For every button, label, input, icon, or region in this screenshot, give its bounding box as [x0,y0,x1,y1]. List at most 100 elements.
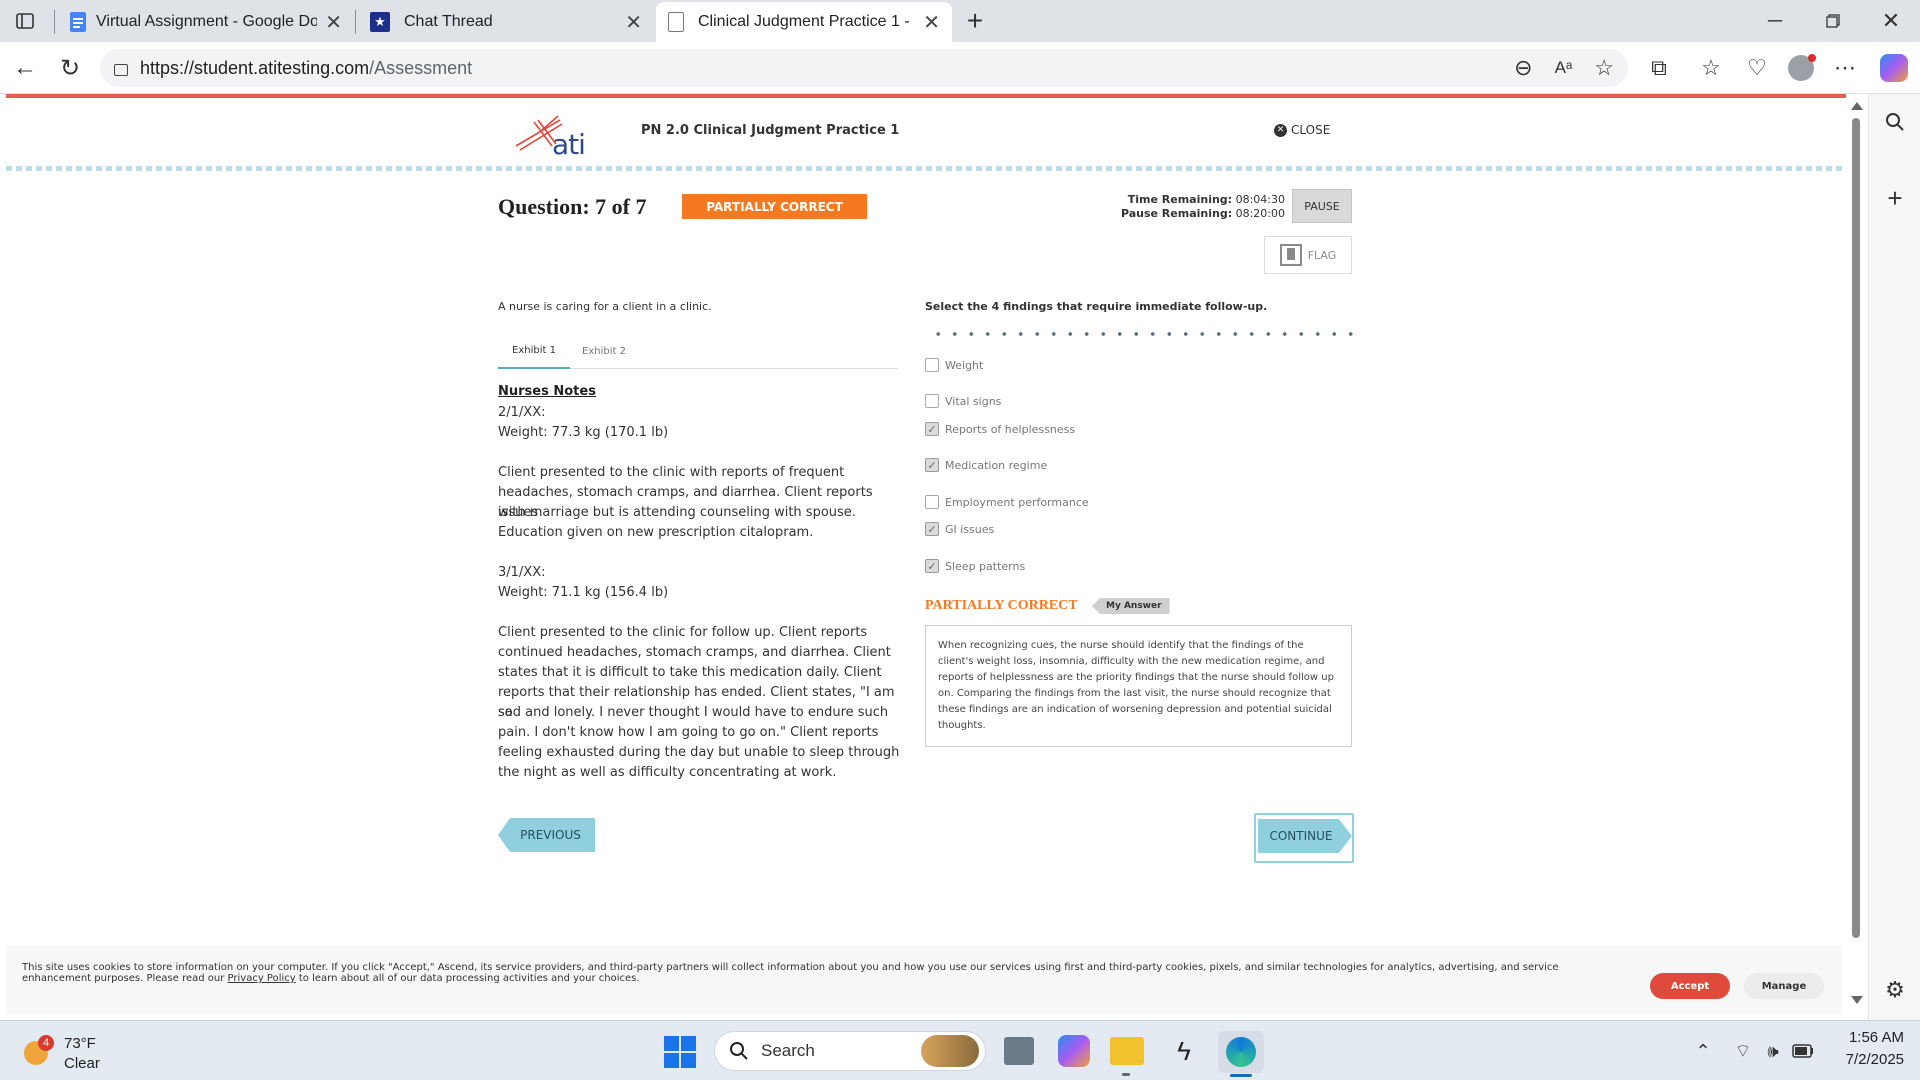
volume-icon[interactable]: 🕪 [1760,1037,1786,1065]
wifi-icon[interactable]: ⌔ [1730,1037,1756,1065]
tab-actions-icon[interactable] [12,8,38,34]
close-tab-icon[interactable]: ✕ [923,10,940,35]
close-button[interactable]: ✕ CLOSE [1274,123,1330,137]
checkbox-checked[interactable]: ✓ [925,422,939,436]
scroll-down-icon[interactable] [1851,996,1863,1004]
notes-line: pain. I don't know how I am going to go … [498,725,879,740]
privacy-policy-link[interactable]: Privacy Policy [228,973,296,984]
lock-icon [114,64,128,76]
file-explorer-icon[interactable] [1110,1037,1144,1065]
my-answer-tag[interactable]: My Answer [1092,598,1170,614]
copilot-app-icon[interactable] [1058,1035,1090,1067]
checkbox[interactable] [925,394,939,408]
checkbox-checked[interactable]: ✓ [925,559,939,573]
favorite-star-icon[interactable]: ☆ [1594,55,1614,81]
health-icon[interactable]: ♡ [1742,53,1772,83]
add-icon[interactable]: + [1881,183,1909,213]
copilot-icon[interactable] [1880,54,1908,82]
cookie-text: This site uses cookies to store informat… [22,962,1562,984]
notes-line: Education given on new prescription cita… [498,525,814,540]
tab-google-docs[interactable]: Virtual Assignment - Google Docs ✕ [58,2,354,42]
clock-time[interactable]: 1:56 AM [1820,1029,1904,1046]
cookie-text-after: to learn about all of our data processin… [295,973,640,984]
clock-date[interactable]: 7/2/2025 [1820,1051,1904,1068]
more-icon[interactable]: ⋯ [1830,53,1860,83]
weather-condition: Clear [64,1055,100,1072]
show-hidden-icons[interactable]: ⌃ [1690,1037,1716,1065]
exhibit-tabs: Exhibit 1 Exhibit 2 [498,334,898,369]
notes-line: Weight: 71.1 kg (156.4 lb) [498,585,669,600]
option-label: Weight [945,358,984,372]
scroll-up-icon[interactable] [1851,102,1863,110]
notes-line: with marriage but is attending counselin… [498,505,856,520]
restore-icon[interactable] [1818,6,1848,36]
notes-line: headaches, stomach cramps, and diarrhea.… [498,485,873,520]
refresh-icon[interactable]: ↻ [55,53,85,83]
option-medication-regime[interactable]: ✓ Medication regime [925,458,1047,472]
manage-button[interactable]: Manage [1744,973,1824,999]
pause-button[interactable]: PAUSE [1292,189,1352,223]
close-tab-icon[interactable]: ✕ [325,10,342,35]
address-bar[interactable]: https://student.atitesting.com/Assessmen… [100,49,1628,87]
cookie-banner: This site uses cookies to store informat… [6,946,1842,1014]
tab-separator [54,10,55,34]
option-label: Employment performance [945,495,1089,509]
option-employment-performance[interactable]: Employment performance [925,495,1089,509]
search-icon[interactable] [1881,108,1909,136]
zoom-out-icon[interactable]: ⊖ [1514,55,1532,81]
favorites-icon[interactable]: ☆ [1696,53,1726,83]
minimize-icon[interactable]: ─ [1760,6,1790,36]
extensions-icon[interactable]: ⧉ [1644,53,1674,83]
previous-button[interactable]: PREVIOUS [498,818,595,856]
settings-gear-icon[interactable]: ⚙ [1881,976,1909,1004]
tab-chat-thread[interactable]: ★ Chat Thread ✕ [358,2,654,42]
weather-widget[interactable]: 4 73°F Clear [20,1029,140,1073]
checkbox[interactable] [925,495,939,509]
read-aloud-icon[interactable]: Aᵃ [1555,58,1573,78]
option-reports-of-helplessness[interactable]: ✓ Reports of helplessness [925,422,1075,436]
tab-exhibit-1[interactable]: Exhibit 1 [498,334,570,369]
scroll-thumb[interactable] [1852,118,1860,938]
taskbar: 4 73°F Clear Search ϟ ⌃ ⌔ 🕪 1:56 AM 7/2/… [0,1020,1920,1080]
option-vital-signs[interactable]: Vital signs [925,394,1001,408]
taskbar-search[interactable]: Search [714,1031,986,1071]
tab-clinical-judgment[interactable]: Clinical Judgment Practice 1 - Student ✕ [656,2,952,42]
checkbox-checked[interactable]: ✓ [925,458,939,472]
accept-button[interactable]: Accept [1650,973,1730,999]
chat-thread-icon: ★ [370,12,390,32]
ati-logo: ati [512,110,596,161]
option-label: Medication regime [945,458,1048,472]
notes-line: feeling exhausted during the day but una… [498,745,900,760]
flag-button[interactable]: FLAG [1264,236,1352,274]
continue-button[interactable]: CONTINUE [1254,813,1354,863]
option-weight[interactable]: Weight [925,358,983,372]
option-list: Weight Vital signs ✓ Reports of helpless… [925,358,1345,578]
task-view-icon[interactable] [1004,1037,1034,1065]
browser-sidebar: + ⚙ [1868,94,1920,1020]
notes-title: Nurses Notes [498,384,596,399]
notes-line: reports that their relationship has ende… [498,685,895,720]
rationale-box: When recognizing cues, the nurse should … [925,625,1352,747]
option-gi-issues[interactable]: ✓ GI issues [925,522,994,536]
page-scrollbar[interactable] [1848,100,1864,1008]
previous-label: PREVIOUS [498,818,595,852]
checkbox[interactable] [925,358,939,372]
question-prompt: Select the 4 findings that require immed… [925,300,1268,313]
close-tab-icon[interactable]: ✕ [625,10,642,35]
start-icon[interactable] [664,1036,696,1068]
tab-exhibit-2[interactable]: Exhibit 2 [570,334,638,369]
option-label: Vital signs [945,394,1002,408]
tab-separator [355,10,356,34]
close-window-icon[interactable]: ✕ [1876,6,1906,36]
page-top-bar [6,94,1846,98]
edge-browser-icon[interactable] [1218,1031,1264,1073]
back-icon[interactable]: ← [10,53,40,83]
url-path: /Assessment [369,57,473,78]
battery-icon[interactable] [1790,1037,1816,1065]
new-tab-icon[interactable]: + [962,5,988,36]
option-sleep-patterns[interactable]: ✓ Sleep patterns [925,559,1025,573]
flag-label: FLAG [1307,248,1337,262]
app-bolt-icon[interactable]: ϟ [1168,1035,1200,1067]
weather-temp: 73°F [64,1035,96,1052]
checkbox-checked[interactable]: ✓ [925,522,939,536]
